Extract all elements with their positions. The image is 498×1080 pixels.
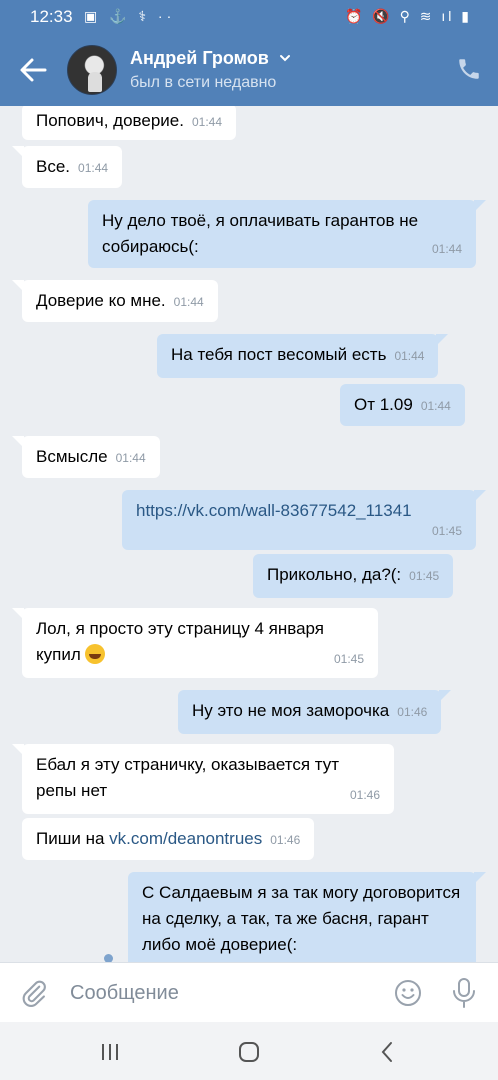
message-input[interactable]: Сообщение bbox=[70, 982, 179, 1005]
message-outgoing[interactable]: От 1.09 01:44 bbox=[340, 384, 465, 426]
message-outgoing[interactable]: Ну это не моя заморочка 01:46 bbox=[178, 690, 452, 734]
system-icons: ⏰ 🔇 ⚲ ≋ ıl ▮ bbox=[345, 8, 472, 24]
message-outgoing[interactable]: Ну дело твоё, я оплачивать гарантов не с… bbox=[88, 200, 486, 268]
system-nav-bar bbox=[0, 1022, 498, 1080]
unread-dot bbox=[104, 954, 113, 962]
message-time: 01:44 bbox=[173, 295, 204, 309]
emoji-icon[interactable] bbox=[394, 979, 422, 1007]
message-incoming[interactable]: Попович, доверие. 01:44 bbox=[22, 106, 236, 140]
notification-icons: ▣ ⚓ ⚕ ·· bbox=[84, 8, 176, 24]
laughing-emoji-icon bbox=[85, 644, 106, 664]
status-bar: 12:33 ▣ ⚓ ⚕ ·· ⏰ 🔇 ⚲ ≋ ıl ▮ bbox=[0, 0, 498, 34]
message-incoming[interactable]: Лол, я просто эту страницу 4 января купи… bbox=[12, 608, 378, 678]
paperclip-icon[interactable] bbox=[20, 979, 48, 1007]
message-incoming[interactable]: Всмысле 01:44 bbox=[12, 436, 160, 478]
message-incoming[interactable]: Доверие ко мне. 01:44 bbox=[12, 280, 218, 322]
message-time: 01:45 bbox=[333, 652, 364, 666]
status-time: 12:33 bbox=[30, 7, 73, 26]
message-incoming[interactable]: Пиши на vk.com/deanontrues 01:46 bbox=[22, 818, 315, 860]
message-link[interactable]: vk.com/deanontrues bbox=[109, 829, 262, 848]
message-time: 01:44 bbox=[115, 451, 146, 465]
chat-header: Андрей Громов был в сети недавно bbox=[0, 34, 498, 106]
message-time: 01:44 bbox=[191, 115, 222, 129]
message-time: 01:46 bbox=[270, 833, 301, 847]
message-incoming[interactable]: Ебал я эту страничку, оказывается тут ре… bbox=[12, 744, 394, 814]
compose-bar: Сообщение bbox=[0, 962, 498, 1022]
message-time: 01:44 bbox=[420, 399, 451, 413]
recent-apps-icon[interactable] bbox=[98, 1040, 122, 1064]
back-arrow-icon[interactable] bbox=[18, 56, 48, 84]
message-outgoing[interactable]: https://vk.com/wall-83677542_11341 01:45 bbox=[122, 490, 486, 550]
message-incoming[interactable]: Все. 01:44 bbox=[11, 146, 123, 188]
message-time: 01:45 bbox=[431, 524, 462, 538]
phone-icon[interactable] bbox=[456, 56, 482, 82]
message-outgoing[interactable]: С Салдаевым я за так могу договорится на… bbox=[128, 872, 486, 962]
message-list[interactable]: Попович, доверие. 01:44 Все. 01:44 Ну дело… bbox=[0, 106, 498, 962]
contact-status: был в сети недавно bbox=[130, 74, 277, 91]
microphone-icon[interactable] bbox=[450, 977, 478, 1009]
message-outgoing[interactable]: На тебя пост весомый есть 01:44 bbox=[157, 334, 449, 378]
back-icon[interactable] bbox=[376, 1040, 400, 1064]
chevron-down-icon[interactable] bbox=[279, 52, 291, 64]
message-time: 01:46 bbox=[349, 788, 380, 802]
home-icon[interactable] bbox=[237, 1040, 261, 1064]
message-time: 01:46 bbox=[397, 705, 428, 719]
message-time: 01:44 bbox=[78, 161, 109, 175]
message-time: 01:45 bbox=[409, 569, 440, 583]
message-outgoing[interactable]: Прикольно, да?(: 01:45 bbox=[253, 554, 454, 598]
message-time: 01:44 bbox=[431, 242, 462, 256]
contact-name[interactable]: Андрей Громов bbox=[130, 48, 269, 69]
message-link[interactable]: https://vk.com/wall-83677542_11341 bbox=[136, 501, 412, 520]
avatar[interactable] bbox=[67, 45, 117, 95]
message-time: 01:44 bbox=[394, 349, 425, 363]
